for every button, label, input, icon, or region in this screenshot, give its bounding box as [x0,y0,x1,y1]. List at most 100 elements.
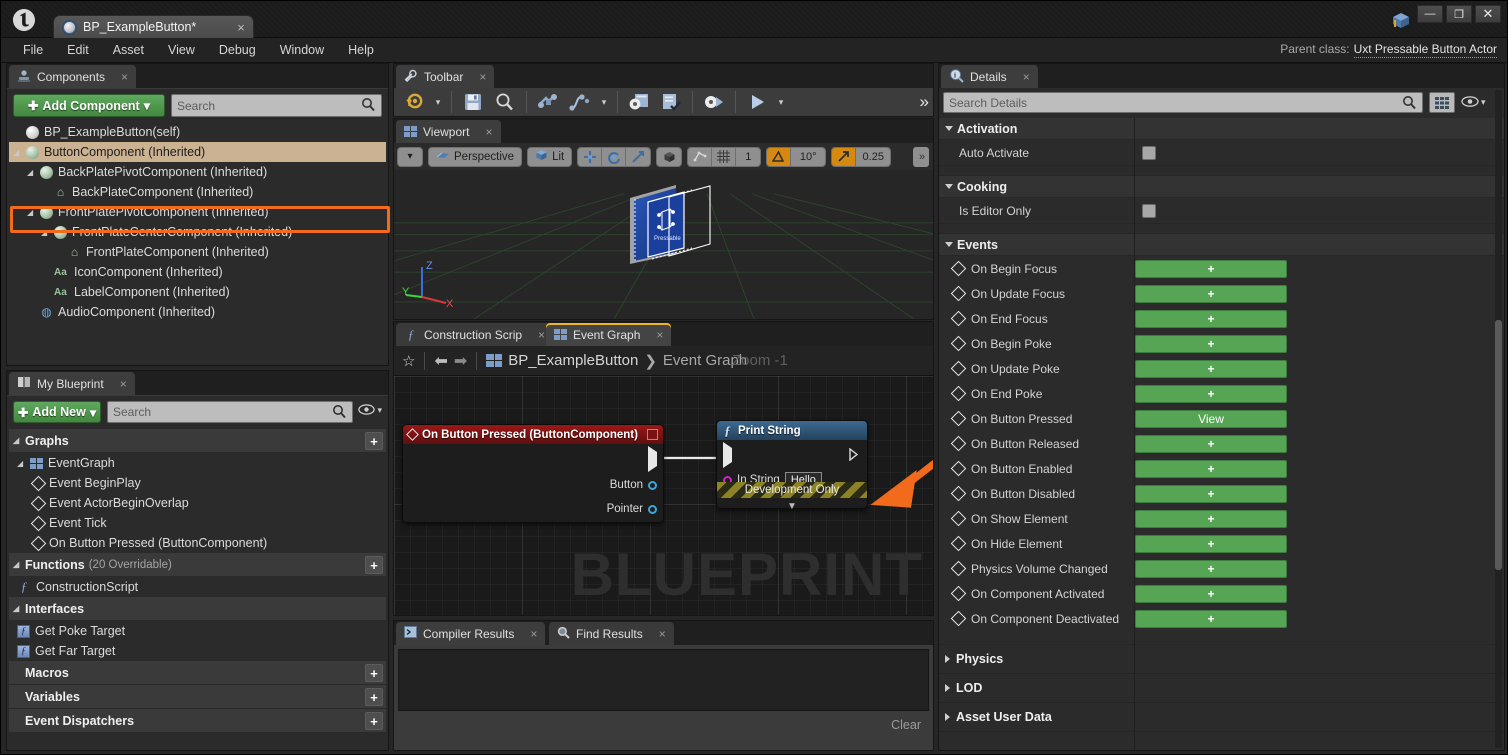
simulation-button[interactable] [698,88,730,116]
scale-snap-toggle-button[interactable] [832,148,856,166]
expander-icon[interactable]: ◢ [17,459,25,468]
my-blueprint-list-item[interactable]: Event BeginPlay [9,473,386,493]
component-tree-item[interactable]: ◢FrontPlateCenterComponent (Inherited) [9,222,386,242]
my-blueprint-section-header[interactable]: Macros+ [9,661,386,685]
angle-snap-group[interactable]: 10° [766,147,826,167]
add-item-button[interactable]: + [365,556,383,574]
component-tree-item[interactable]: AaLabelComponent (Inherited) [9,282,386,302]
angle-snap-toggle-button[interactable] [767,148,791,166]
minimize-button[interactable]: — [1417,5,1443,23]
add-item-button[interactable]: + [365,432,383,450]
event-breakpoint-icon[interactable] [647,429,658,440]
tab-viewport[interactable]: Viewport × [396,120,501,143]
details-collapsed-category[interactable]: Asset User Data [939,703,1504,732]
event-action-button[interactable]: + [1135,460,1287,478]
components-tree[interactable]: BP_ExampleButton(self)◢ButtonComponent (… [9,122,386,363]
tab-my-blueprint[interactable]: My Blueprint × [9,372,135,395]
tab-compiler-results[interactable]: Compiler Results × [396,622,545,645]
bookmark-star-icon[interactable]: ☆ [402,352,415,370]
scale-tool-button[interactable] [626,148,650,166]
visibility-toggle-button[interactable]: ▾ [358,403,382,418]
my-blueprint-list-item[interactable]: ◢EventGraph [9,453,386,473]
expander-icon[interactable]: ◢ [13,148,21,157]
my-blueprint-list[interactable]: ◢Graphs+◢EventGraphEvent BeginPlayEvent … [9,429,386,748]
component-tree-item[interactable]: ⌂BackPlateComponent (Inherited) [9,182,386,202]
details-category-header[interactable]: Events [939,234,1504,256]
close-icon[interactable]: × [485,125,492,139]
breadcrumb-root[interactable]: BP_ExampleButton [508,352,638,369]
event-action-button[interactable]: + [1135,585,1287,603]
component-tree-item[interactable]: AaIconComponent (Inherited) [9,262,386,282]
my-blueprint-list-item[interactable]: On Button Pressed (ButtonComponent) [9,533,386,553]
menu-item-view[interactable]: View [156,40,207,60]
toolbar-overflow-button[interactable]: » [920,92,933,112]
event-action-button[interactable]: + [1135,335,1287,353]
exec-output-pin[interactable] [648,452,657,466]
close-icon[interactable]: × [237,20,245,35]
world-space-button[interactable] [657,148,681,166]
my-blueprint-section-header[interactable]: Event Dispatchers+ [9,709,386,733]
my-blueprint-section-header[interactable]: ◢Graphs+ [9,429,386,453]
graph-canvas[interactable]: BLUEPRINT On Button Pressed (ButtonCompo… [394,376,933,615]
translate-tool-button[interactable] [578,148,602,166]
event-action-button[interactable]: + [1135,360,1287,378]
close-icon[interactable]: × [659,627,666,641]
my-blueprint-search-input[interactable]: Search [107,401,353,423]
component-tree-item[interactable]: ◢ButtonComponent (Inherited) [9,142,386,162]
my-blueprint-section-header[interactable]: Variables+ [9,685,386,709]
tab-toolbar[interactable]: Toolbar × [396,65,494,88]
event-action-button[interactable]: + [1135,310,1287,328]
details-visibility-button[interactable]: ▾ [1461,94,1486,110]
event-action-button[interactable]: + [1135,435,1287,453]
node-on-button-pressed[interactable]: On Button Pressed (ButtonComponent) Butt… [402,424,664,523]
class-settings-button[interactable] [623,88,655,116]
close-icon[interactable]: × [121,70,128,84]
tab-find-results[interactable]: Find Results × [549,622,674,645]
viewport-3d-scene[interactable]: Pressable Z X Y [394,170,933,319]
my-blueprint-section-header[interactable]: ◢Interfaces [9,597,386,621]
shading-mode-lit-button[interactable]: Lit [527,147,572,167]
tab-construction-script[interactable]: ƒ Construction Scrip × [396,323,553,346]
tab-details[interactable]: i Details × [941,65,1038,88]
details-search-input[interactable]: Search Details [943,92,1423,113]
blueprint-props-button[interactable]: ? [398,88,430,116]
close-icon[interactable]: × [479,70,486,84]
add-new-button[interactable]: ✚ Add New ▾ [13,401,101,423]
add-item-button[interactable]: + [365,712,383,730]
close-window-button[interactable]: ✕ [1475,5,1501,23]
forward-arrow-icon[interactable]: ➡ [454,351,467,371]
close-icon[interactable]: × [120,377,127,391]
maximize-button[interactable]: ❐ [1446,5,1472,23]
checkbox[interactable] [1142,204,1156,218]
snap-settings-group[interactable]: 1 [687,147,761,167]
event-action-button[interactable]: + [1135,285,1287,303]
surface-snap-button[interactable] [688,148,712,166]
node-print-string[interactable]: ƒ Print String In String Hel [716,420,868,509]
add-component-button[interactable]: ✚ Add Component ▾ [13,94,165,117]
my-blueprint-list-item[interactable]: Event ActorBeginOverlap [9,493,386,513]
expand-node-caret-icon[interactable]: ▼ [787,501,797,512]
expander-icon[interactable]: ◢ [27,208,35,217]
expander-icon[interactable]: ◢ [13,560,21,569]
details-collapsed-category[interactable]: Physics [939,645,1504,674]
tab-components[interactable]: Components × [9,65,136,88]
viewport-overflow-button[interactable]: » [913,147,929,167]
menu-item-help[interactable]: Help [336,40,386,60]
my-blueprint-list-item[interactable]: ƒConstructionScript [9,577,386,597]
event-action-button[interactable]: + [1135,510,1287,528]
my-blueprint-section-header[interactable]: ◢Functions (20 Overridable)+ [9,553,386,577]
scale-snap-value[interactable]: 0.25 [856,148,890,166]
checkbox[interactable] [1142,146,1156,160]
close-icon[interactable]: × [1023,70,1030,84]
details-scrollbar[interactable] [1495,90,1502,748]
expander-icon[interactable]: ◢ [13,604,21,613]
tab-event-graph[interactable]: Event Graph × [546,323,671,346]
menu-item-file[interactable]: File [11,40,55,60]
viewport-options-button[interactable]: ▾ [397,147,423,167]
menu-item-window[interactable]: Window [268,40,336,60]
component-tree-item[interactable]: BP_ExampleButton(self) [9,122,386,142]
close-icon[interactable]: × [538,328,545,342]
diff-button[interactable] [564,88,596,116]
details-layout-toggle-button[interactable] [1429,92,1455,113]
view-mode-perspective-button[interactable]: Perspective [428,147,522,167]
